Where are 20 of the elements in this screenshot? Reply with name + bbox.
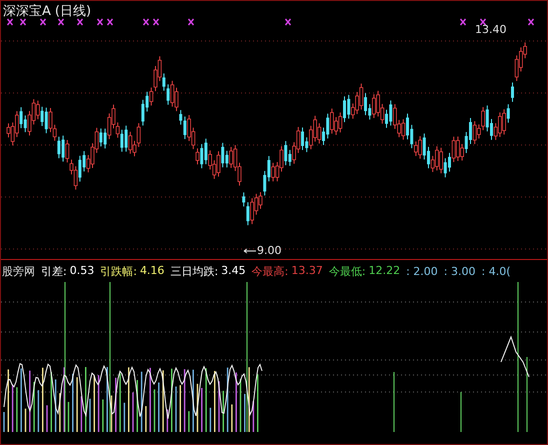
indicator-line xyxy=(500,336,530,378)
legend-label: 引跌幅: xyxy=(100,264,137,278)
legend-value: 3.45 xyxy=(221,264,246,278)
legend-value: : 3.00 xyxy=(444,264,476,278)
legend-value: 13.37 xyxy=(291,264,323,278)
low-price-label: 9.00 xyxy=(257,244,282,257)
legend-label: 今最低: xyxy=(328,264,366,278)
legend-value: : 2.00 xyxy=(406,264,438,278)
legend-label: 股旁网 xyxy=(2,264,35,278)
legend-label: 三日均跌: xyxy=(170,264,218,278)
pointer-arrow-icon xyxy=(243,248,257,254)
legend-value: 12.22 xyxy=(368,264,400,278)
legend-label: 引差: xyxy=(41,264,67,278)
chart-period: (日线) xyxy=(54,3,92,20)
high-price-label: 13.40 xyxy=(475,23,506,36)
legend-value: 4.16 xyxy=(140,264,164,278)
legend-value: : 4.0( xyxy=(482,264,510,278)
legend-value: 0.53 xyxy=(70,264,94,278)
stock-name: 深深宝A xyxy=(3,3,51,20)
legend-label: 今最高: xyxy=(252,264,288,278)
